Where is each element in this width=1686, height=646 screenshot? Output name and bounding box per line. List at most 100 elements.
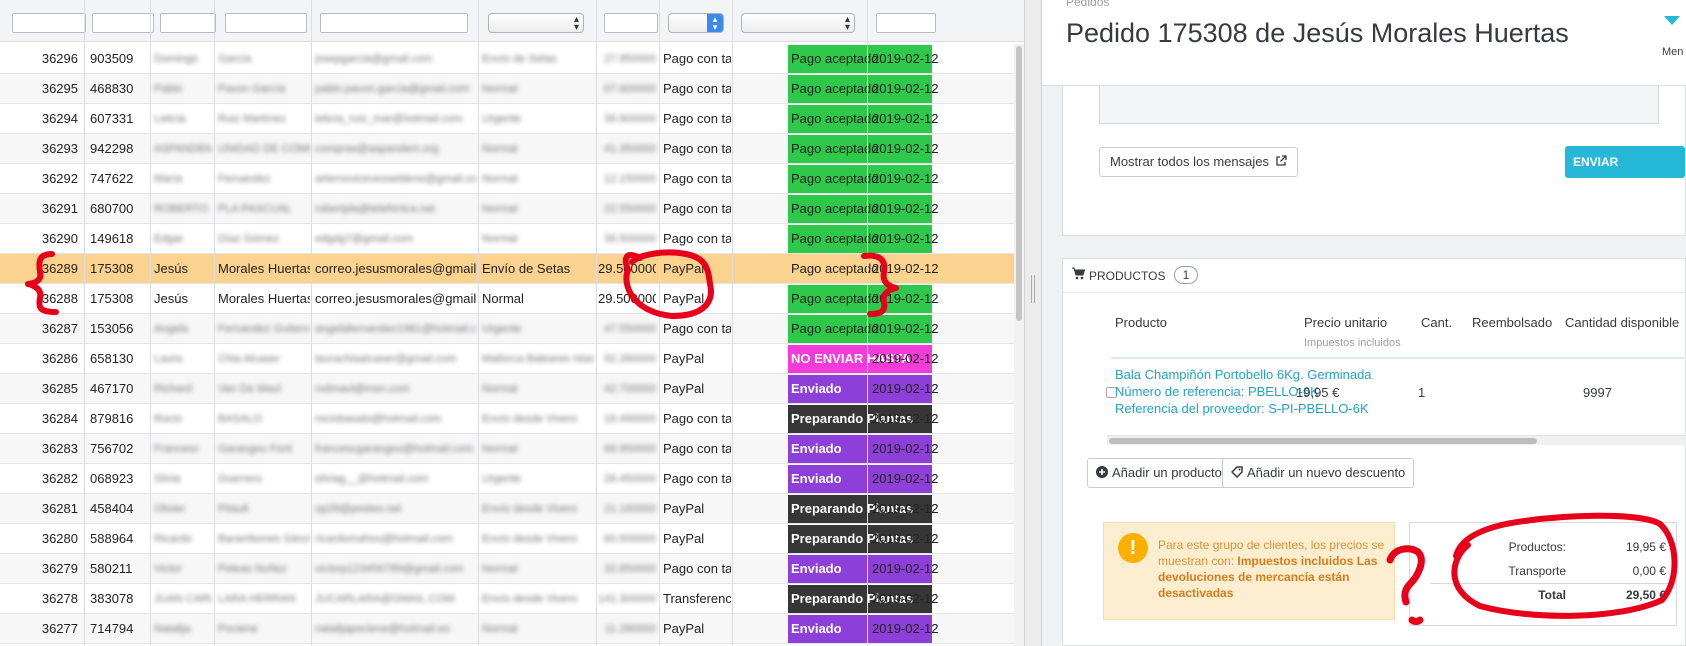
totals-total-label: Total (1538, 588, 1566, 602)
cell-id: 36285 (41, 381, 78, 396)
filter-date-input[interactable] (876, 13, 936, 33)
breadcrumb[interactable]: Pedidos (1066, 0, 1109, 9)
alert-text: Para este grupo de clientes, los precios… (1158, 537, 1390, 601)
cell-email: ricardomahou@hotmail.com (315, 533, 453, 545)
table-row[interactable]: 36282 068923 Silvia Guerrero silviag__@hotma… (0, 464, 1014, 494)
menu-label[interactable]: Men (1662, 46, 1683, 58)
table-row[interactable]: 36277 714794 Natalija Pociene natalijapocien… (0, 614, 1014, 644)
cell-id: 36291 (41, 201, 78, 216)
cell-ref: 149618 (90, 231, 134, 246)
cell-date: 2019-02-12 1 (872, 51, 942, 66)
product-name-link[interactable]: Bala Champiñón Portobello 6Kg. Germinada (1115, 367, 1372, 382)
page-title: Pedido 175308 de Jesús Morales Huertas (1066, 18, 1569, 48)
totals-products-label: Productos: (1508, 540, 1566, 554)
cell-total: 11.280000 (604, 623, 656, 635)
products-horizontal-scrollbar[interactable] (1107, 435, 1686, 445)
table-row[interactable]: 36288 175308 Jesús Morales Huertas correo.je… (0, 284, 1014, 314)
table-row[interactable]: 36278 383078 JUAN CARL LARA HERRAN JUCARLARA… (0, 584, 1014, 614)
send-message-button[interactable]: ENVIAR MENSAJE (1565, 146, 1685, 201)
cell-id: 36293 (41, 141, 78, 156)
cell-total: 22.550000 (604, 203, 656, 215)
orders-vertical-scrollbar[interactable] (1014, 44, 1024, 646)
cell-shipping: Normal (482, 173, 518, 185)
table-row[interactable]: 36289 175308 Jesús Morales Huertas correo.je… (0, 254, 1014, 284)
products-card: PRODUCTOS 1 Producto Precio unitario Imp… (1062, 258, 1686, 646)
cell-email: edgdg7@gmail.com (315, 233, 413, 245)
cell-payment: Pago con tarje (663, 231, 731, 246)
warning-icon: ! (1118, 533, 1148, 563)
cell-date: 2019-02-12 0 (872, 471, 942, 486)
add-product-button[interactable]: Añadir un producto (1087, 458, 1231, 488)
table-row[interactable]: 36283 756702 Francesc Garangou Font francesc… (0, 434, 1014, 464)
column-divider (84, 0, 85, 646)
split-pane-divider[interactable] (1024, 0, 1042, 646)
orders-table-body: 36296 903509 Domingo García josepgarcia@gmai… (0, 44, 1014, 644)
table-row[interactable]: 36296 903509 Domingo García josepgarcia@gmai… (0, 44, 1014, 74)
filter-carrier-select[interactable]: ▴ ▾ (488, 13, 584, 33)
scrollbar-thumb[interactable] (1016, 46, 1022, 321)
totals-shipping-row: Transporte 0,00 € (1430, 560, 1676, 584)
cart-icon (1072, 267, 1085, 280)
divider-grip-icon[interactable] (1031, 275, 1035, 303)
show-all-messages-button[interactable]: Mostrar todos los mensajes (1099, 147, 1298, 177)
cell-ref: 747622 (90, 171, 134, 186)
cell-last: Guerrero (218, 473, 263, 485)
cell-email: leticia_ruiz_mar@hotmail.com (315, 113, 463, 125)
table-row[interactable]: 36286 658130 Laura Chia Alcaser laurachiaalc… (0, 344, 1014, 374)
plus-circle-icon (1096, 466, 1108, 478)
cell-total: 29.500000 (598, 291, 656, 306)
filter-email-input[interactable] (320, 13, 468, 33)
table-row[interactable]: 36293 942298 ASPANDEM UNIDAD DE COMP compras… (0, 134, 1014, 164)
cell-first: Domingo (154, 53, 199, 65)
filter-reference-input[interactable] (92, 13, 154, 33)
cell-ref: 607331 (90, 111, 134, 126)
cell-first: Ricardo (154, 533, 192, 545)
totals-shipping-value: 0,00 € (1632, 564, 1666, 578)
table-row[interactable]: 36295 468830 Pablo Pavon García pablo.pavon.… (0, 74, 1014, 104)
table-row[interactable]: 36287 153056 Angela Fernandez Guitern angela… (0, 314, 1014, 344)
cell-id: 36284 (41, 411, 78, 426)
table-row[interactable]: 36285 467170 Richard Van De Maul rvdmaul@msn… (0, 374, 1014, 404)
filter-id-input[interactable] (12, 13, 86, 33)
table-row[interactable]: 36279 580211 Victor Peleas Nuñez victorp1234… (0, 554, 1014, 584)
table-row[interactable]: 36291 680700 ROBERTO PLA PASCUAL robertpla@t… (0, 194, 1014, 224)
scrollbar-thumb[interactable] (1109, 438, 1537, 444)
cell-id: 36280 (41, 531, 78, 546)
cell-total: 39.500000 (604, 233, 656, 245)
cell-ref: 467170 (90, 381, 134, 396)
filter-lastname-input[interactable] (225, 13, 307, 33)
products-count-badge: 1 (1174, 266, 1198, 284)
column-divider (659, 0, 660, 646)
cell-last: Fernandez (218, 173, 271, 185)
cell-payment: Pago con tarje (663, 51, 731, 66)
product-reference[interactable]: Número de referencia: PBELLO-6K (1115, 384, 1319, 399)
filter-total-input[interactable] (604, 13, 658, 33)
cell-email: compras@aspandem.org (315, 143, 439, 155)
product-supplier-reference[interactable]: Referencia del proveedor: S-PI-PBELLO-6K (1115, 401, 1369, 416)
table-row[interactable]: 36284 879816 Rocio BASALO rociobasalo@hotmai… (0, 404, 1014, 434)
filter-status-select[interactable]: ▴ ▾ (741, 13, 855, 33)
message-textarea[interactable] (1099, 86, 1659, 124)
cell-payment: PayPal (663, 261, 705, 276)
cell-last: Peleas Nuñez (218, 563, 287, 575)
col-header-unit-price-sub: Impuestos incluidos (1304, 337, 1401, 349)
table-row[interactable]: 36281 458404 Olivier Pitault op28@postes.net… (0, 494, 1014, 524)
filter-firstname-input[interactable] (160, 13, 216, 33)
cell-date: 2019-02-12 0 (872, 411, 942, 426)
cell-shipping: Urgente (482, 323, 522, 335)
cell-first: Angela (154, 323, 189, 335)
cell-email: JUCARLARA@GMAIL.COM (315, 593, 455, 605)
table-row[interactable]: 36294 607331 Leticia Ruiz Martínez leticia_r… (0, 104, 1014, 134)
table-row[interactable]: 36280 588964 Ricardo Barambones Sánch ricard… (0, 524, 1014, 554)
cell-ref: 458404 (90, 501, 134, 516)
cell-date: 2019-02-12 1 (872, 201, 942, 216)
menu-caret-icon[interactable] (1664, 16, 1680, 25)
table-row[interactable]: 36292 747622 María Fernandez arternovicevess… (0, 164, 1014, 194)
tax-info-alert: ! Para este grupo de clientes, los preci… (1103, 522, 1395, 620)
cell-payment: PayPal (663, 501, 705, 516)
filter-payment-select[interactable]: ▴ ▾ (668, 13, 724, 33)
add-discount-button[interactable]: Añadir un nuevo descuento (1222, 458, 1415, 488)
cell-last: Díaz Gómez (218, 233, 280, 245)
table-row[interactable]: 36290 149618 Edgar Díaz Gómez edgdg7@gmail.c… (0, 224, 1014, 254)
cell-shipping: Normal (482, 563, 518, 575)
